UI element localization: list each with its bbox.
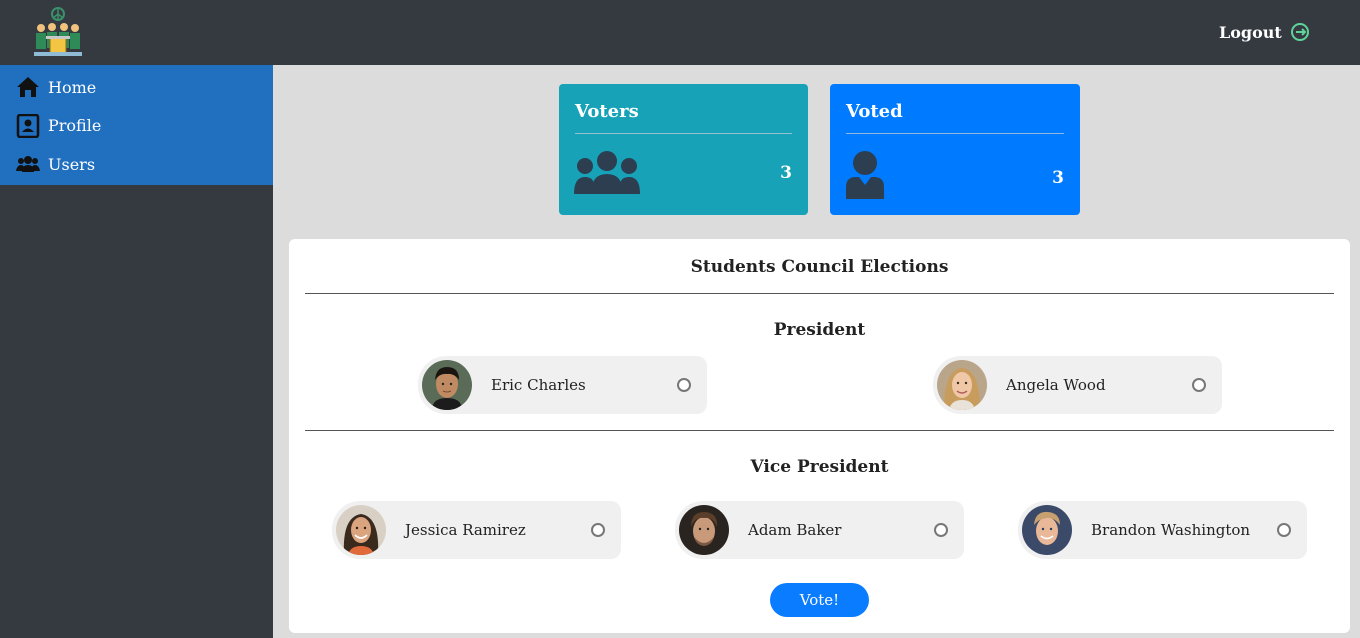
election-title: Students Council Elections: [690, 257, 949, 277]
voters-count: 3: [780, 163, 792, 183]
position-title-vice-president: Vice President: [750, 457, 889, 477]
candidate-name: Adam Baker: [748, 521, 842, 539]
candidate-name: Angela Wood: [1006, 376, 1106, 394]
sidebar-item-home[interactable]: Home: [0, 68, 273, 107]
vote-radio-adam-baker[interactable]: [934, 523, 948, 537]
election-podium-logo[interactable]: [30, 6, 86, 58]
candidate-avatar: [937, 360, 987, 410]
position-title-president: President: [773, 320, 866, 340]
candidate-avatar: [1022, 505, 1072, 555]
logout-label: Logout: [1219, 22, 1282, 42]
logout-icon: [1290, 23, 1309, 41]
top-navbar: Logout: [0, 0, 1360, 65]
sidebar: Home Profile Users: [0, 65, 273, 638]
vote-radio-brandon-washington[interactable]: [1277, 523, 1291, 537]
voted-count: 3: [1052, 168, 1064, 188]
candidate-name: Eric Charles: [491, 376, 586, 394]
voters-card-title: Voters: [575, 101, 639, 122]
person-icon: [846, 151, 884, 199]
vote-radio-angela-wood[interactable]: [1192, 378, 1206, 392]
candidate-card-adam-baker[interactable]: Adam Baker: [675, 501, 964, 559]
sidebar-item-label: Home: [48, 77, 97, 97]
home-icon: [17, 77, 39, 98]
logout-button[interactable]: Logout: [1219, 22, 1310, 42]
sidebar-item-label: Profile: [48, 116, 102, 136]
candidate-card-jessica-ramirez[interactable]: Jessica Ramirez: [332, 501, 621, 559]
candidate-card-angela-wood[interactable]: Angela Wood: [933, 356, 1222, 414]
sidebar-item-label: Users: [48, 154, 96, 174]
divider: [575, 133, 792, 134]
voted-card: Voted 3: [830, 84, 1080, 215]
users-icon: [16, 156, 40, 173]
vote-radio-jessica-ramirez[interactable]: [591, 523, 605, 537]
vote-radio-eric-charles[interactable]: [677, 378, 691, 392]
divider: [846, 133, 1064, 134]
divider: [305, 430, 1334, 431]
vote-button[interactable]: Vote!: [770, 583, 869, 617]
profile-card-icon: [16, 113, 40, 138]
candidate-avatar: [336, 505, 386, 555]
candidate-avatar: [679, 505, 729, 555]
candidate-card-brandon-washington[interactable]: Brandon Washington: [1018, 501, 1307, 559]
voters-card: Voters 3: [559, 84, 808, 215]
voted-card-title: Voted: [846, 101, 903, 122]
sidebar-item-profile[interactable]: Profile: [0, 107, 273, 146]
divider: [305, 293, 1334, 294]
election-panel: Students Council Elections President Eri…: [289, 239, 1350, 633]
candidate-name: Jessica Ramirez: [405, 521, 526, 539]
sidebar-nav: Home Profile Users: [0, 65, 273, 185]
candidate-card-eric-charles[interactable]: Eric Charles: [418, 356, 707, 414]
group-icon: [574, 151, 640, 194]
candidate-avatar: [422, 360, 472, 410]
sidebar-item-users[interactable]: Users: [0, 145, 273, 184]
candidate-name: Brandon Washington: [1091, 521, 1251, 539]
